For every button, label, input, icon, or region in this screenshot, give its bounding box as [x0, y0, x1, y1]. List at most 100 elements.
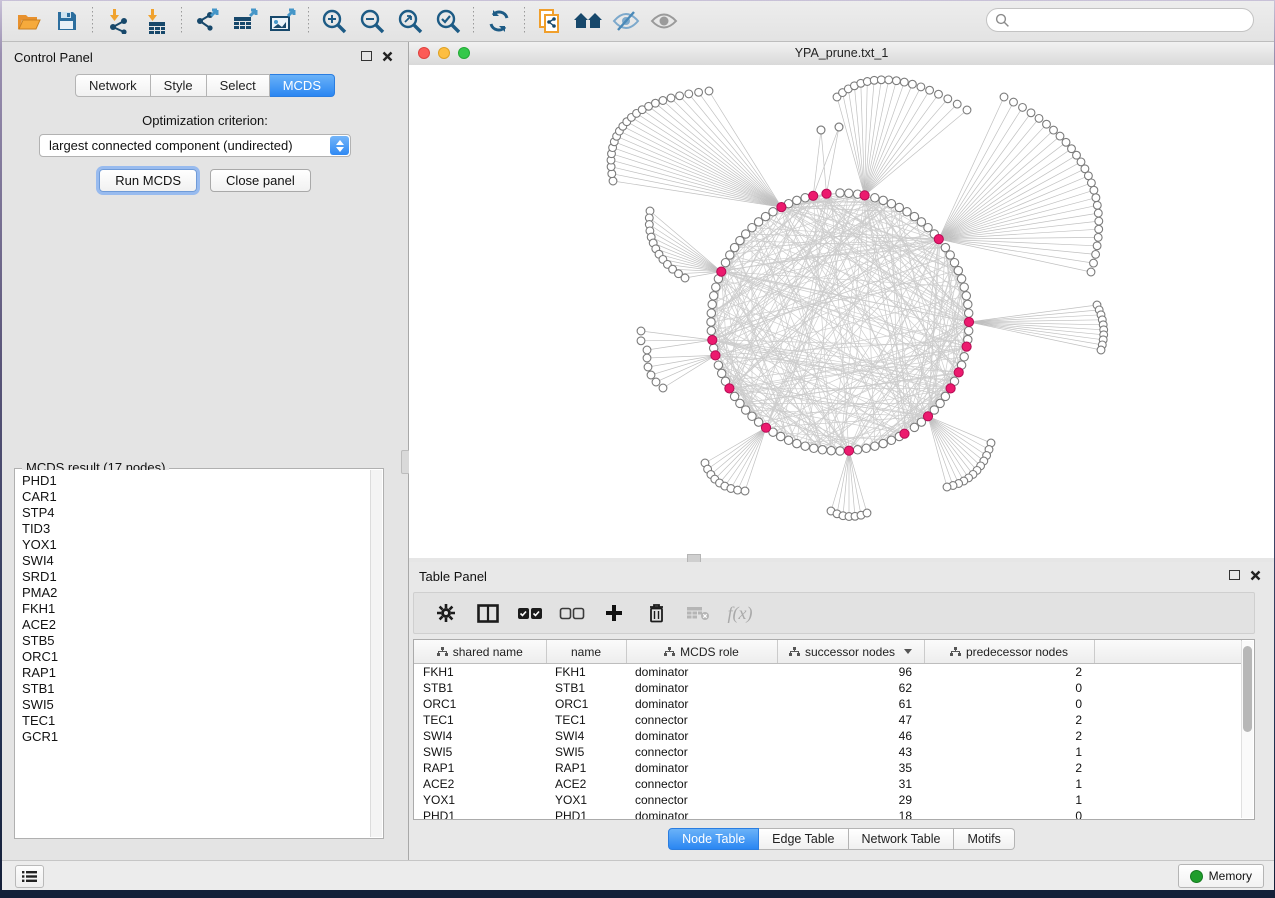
table-cell[interactable]: dominator: [626, 808, 777, 820]
table-settings-button[interactable]: [430, 600, 462, 626]
table-cell[interactable]: 96: [777, 664, 924, 681]
mcds-result-item[interactable]: ACE2: [22, 617, 371, 633]
mcds-result-list[interactable]: PHD1CAR1STP4TID3YOX1SWI4SRD1PMA2FKH1ACE2…: [16, 470, 371, 837]
table-cell[interactable]: FKH1: [414, 664, 546, 681]
table-row[interactable]: RAP1RAP1dominator352: [414, 760, 1242, 776]
table-cell[interactable]: 0: [924, 680, 1094, 696]
table-cell[interactable]: PHD1: [546, 808, 626, 820]
function-builder-button[interactable]: f(x): [724, 600, 756, 626]
tab-style[interactable]: Style: [151, 74, 207, 97]
apply-layout-button[interactable]: [480, 6, 518, 36]
mcds-result-item[interactable]: YOX1: [22, 537, 371, 553]
show-columns-button[interactable]: [472, 600, 504, 626]
column-header-successor-nodes[interactable]: successor nodes: [777, 640, 924, 664]
table-cell[interactable]: SWI4: [414, 728, 546, 744]
network-window-titlebar[interactable]: YPA_prune.txt_1: [409, 42, 1274, 66]
tab-network[interactable]: Network: [75, 74, 151, 97]
table-cell[interactable]: 1: [924, 744, 1094, 760]
import-table-button[interactable]: [137, 6, 175, 36]
close-panel-icon[interactable]: [382, 51, 393, 62]
save-session-button[interactable]: [48, 6, 86, 36]
network-canvas[interactable]: [409, 65, 1274, 558]
table-cell[interactable]: connector: [626, 792, 777, 808]
mcds-result-item[interactable]: STB1: [22, 681, 371, 697]
deselect-all-button[interactable]: [556, 600, 588, 626]
maximize-window-icon[interactable]: [458, 47, 470, 59]
table-cell[interactable]: SWI5: [546, 744, 626, 760]
float-table-panel-icon[interactable]: [1229, 570, 1240, 580]
import-network-button[interactable]: [99, 6, 137, 36]
mcds-result-item[interactable]: STP4: [22, 505, 371, 521]
mcds-result-item[interactable]: SWI4: [22, 553, 371, 569]
table-cell[interactable]: 46: [777, 728, 924, 744]
delete-table-button[interactable]: [682, 600, 714, 626]
mcds-result-item[interactable]: SRD1: [22, 569, 371, 585]
table-row[interactable]: TEC1TEC1connector472: [414, 712, 1242, 728]
table-cell[interactable]: PHD1: [414, 808, 546, 820]
close-window-icon[interactable]: [418, 47, 430, 59]
memory-button[interactable]: Memory: [1178, 864, 1264, 888]
table-cell[interactable]: 61: [777, 696, 924, 712]
mcds-result-item[interactable]: TEC1: [22, 713, 371, 729]
export-network-button[interactable]: [188, 6, 226, 36]
zoom-in-button[interactable]: [315, 6, 353, 36]
table-scrollbar[interactable]: [1241, 641, 1253, 818]
task-history-button[interactable]: [15, 865, 44, 888]
column-header-name[interactable]: name: [546, 640, 626, 664]
mcds-result-item[interactable]: ORC1: [22, 649, 371, 665]
table-cell[interactable]: ACE2: [414, 776, 546, 792]
table-cell[interactable]: dominator: [626, 696, 777, 712]
table-cell[interactable]: 2: [924, 760, 1094, 776]
run-mcds-button[interactable]: Run MCDS: [99, 169, 197, 192]
table-cell[interactable]: connector: [626, 744, 777, 760]
zoom-out-button[interactable]: [353, 6, 391, 36]
table-cell[interactable]: RAP1: [546, 760, 626, 776]
table-cell[interactable]: connector: [626, 712, 777, 728]
hide-details-button[interactable]: [607, 6, 645, 36]
mcds-result-item[interactable]: FKH1: [22, 601, 371, 617]
close-table-panel-icon[interactable]: [1250, 570, 1261, 581]
table-cell[interactable]: dominator: [626, 760, 777, 776]
delete-column-button[interactable]: [640, 600, 672, 626]
table-cell[interactable]: 18: [777, 808, 924, 820]
table-cell[interactable]: 0: [924, 696, 1094, 712]
table-cell[interactable]: 2: [924, 712, 1094, 728]
table-cell[interactable]: 1: [924, 792, 1094, 808]
table-cell[interactable]: RAP1: [414, 760, 546, 776]
mcds-list-scrollbar[interactable]: [370, 470, 382, 837]
table-cell[interactable]: 43: [777, 744, 924, 760]
tab-edge-table[interactable]: Edge Table: [759, 828, 848, 850]
tab-select[interactable]: Select: [207, 74, 270, 97]
table-cell[interactable]: FKH1: [546, 664, 626, 681]
table-cell[interactable]: YOX1: [546, 792, 626, 808]
table-cell[interactable]: 47: [777, 712, 924, 728]
table-cell[interactable]: ACE2: [546, 776, 626, 792]
table-scrollbar-thumb[interactable]: [1243, 646, 1252, 732]
column-header-shared-name[interactable]: shared name: [414, 640, 546, 664]
tab-mcds[interactable]: MCDS: [270, 74, 335, 97]
table-cell[interactable]: dominator: [626, 664, 777, 681]
table-cell[interactable]: ORC1: [546, 696, 626, 712]
table-cell[interactable]: connector: [626, 776, 777, 792]
table-row[interactable]: ACE2ACE2connector311: [414, 776, 1242, 792]
table-cell[interactable]: dominator: [626, 728, 777, 744]
criterion-select[interactable]: largest connected component (undirected): [39, 134, 351, 157]
search-input[interactable]: [986, 8, 1254, 32]
table-cell[interactable]: STB1: [546, 680, 626, 696]
table-cell[interactable]: 62: [777, 680, 924, 696]
table-cell[interactable]: dominator: [626, 680, 777, 696]
table-row[interactable]: SWI4SWI4dominator462: [414, 728, 1242, 744]
column-header-predecessor-nodes[interactable]: predecessor nodes: [924, 640, 1094, 664]
column-header-mcds-role[interactable]: MCDS role: [626, 640, 777, 664]
table-row[interactable]: STB1STB1dominator620: [414, 680, 1242, 696]
table-cell[interactable]: YOX1: [414, 792, 546, 808]
zoom-fit-button[interactable]: [391, 6, 429, 36]
table-row[interactable]: PHD1PHD1dominator180: [414, 808, 1242, 820]
mcds-result-item[interactable]: PMA2: [22, 585, 371, 601]
mcds-result-item[interactable]: CAR1: [22, 489, 371, 505]
mcds-result-item[interactable]: STB5: [22, 633, 371, 649]
open-session-button[interactable]: [10, 6, 48, 36]
table-cell[interactable]: 35: [777, 760, 924, 776]
table-cell[interactable]: 29: [777, 792, 924, 808]
table-cell[interactable]: 31: [777, 776, 924, 792]
